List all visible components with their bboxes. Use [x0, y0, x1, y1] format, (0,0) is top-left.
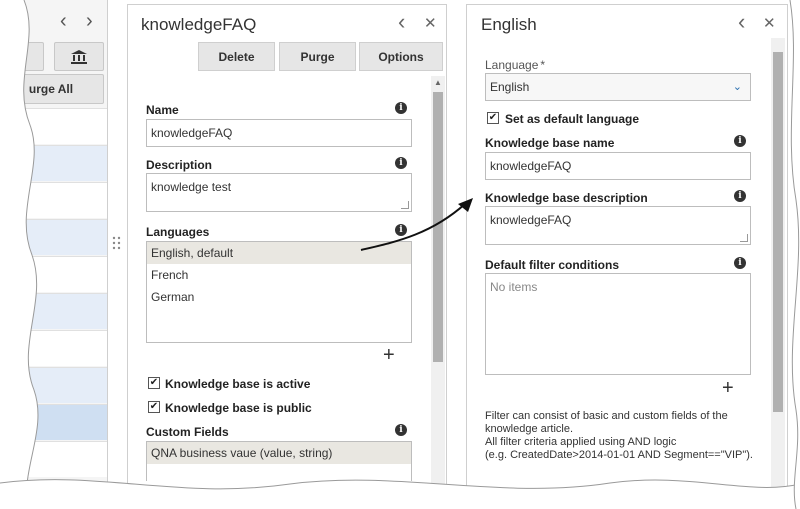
torn-edge-decoration	[0, 0, 800, 509]
